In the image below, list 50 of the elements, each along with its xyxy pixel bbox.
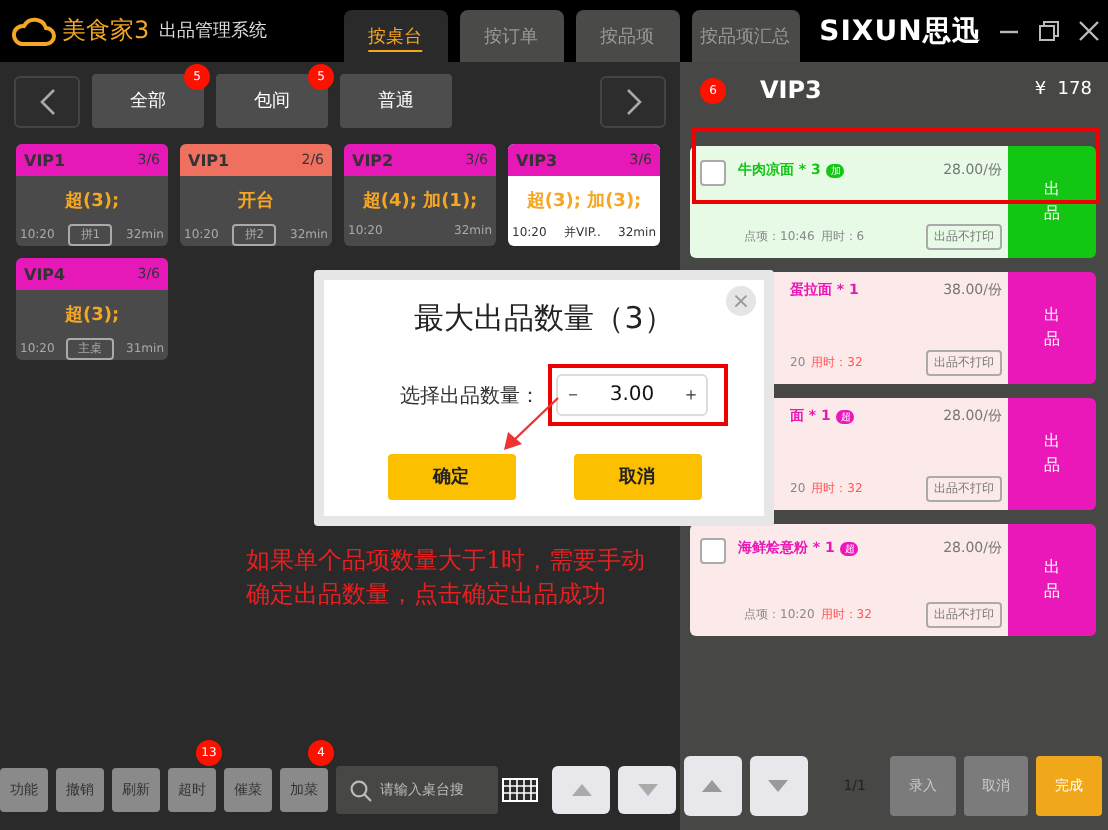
checkbox[interactable]: [700, 538, 726, 564]
quantity-stepper[interactable]: － 3.00 ＋: [556, 374, 708, 416]
app-logo-text: 美食家3: [62, 14, 150, 48]
table-status: 超(4); 加(1);: [360, 188, 480, 214]
increase-button[interactable]: ＋: [681, 382, 700, 408]
triangle-up-icon: [702, 780, 723, 792]
close-icon[interactable]: [1078, 20, 1101, 42]
table-name: VIP2: [352, 151, 394, 169]
restore-icon[interactable]: [1038, 20, 1061, 42]
annotation-text: 如果单个品项数量大于1时，需要手动确定出品数量，点击确定出品成功: [246, 544, 648, 612]
serve-button[interactable]: 出品: [1008, 398, 1096, 510]
quantity-label: 选择出品数量：: [400, 383, 540, 409]
chevron-right-icon: [625, 87, 641, 115]
quantity-value: 3.00: [609, 384, 655, 406]
view-tab[interactable]: 按品项汇总: [691, 10, 800, 62]
table-name: VIP4: [24, 265, 66, 283]
order-total: ¥ 178: [1034, 80, 1092, 100]
view-tab[interactable]: 按桌台: [343, 10, 448, 62]
table-status: 超(3);: [62, 189, 122, 214]
chevron-left-icon: [39, 87, 55, 115]
app-subtitle: 出品管理系统: [159, 19, 268, 44]
next-button[interactable]: [600, 75, 666, 127]
table-name: VIP3: [516, 151, 558, 169]
triangle-up-icon: [571, 784, 591, 796]
view-tab[interactable]: 按订单: [459, 10, 564, 62]
table-status: 开台: [236, 188, 276, 214]
table-name: VIP1: [188, 151, 230, 169]
keyboard-icon[interactable]: [502, 778, 538, 802]
table-status: 超(3); 加(3);: [524, 188, 644, 214]
scroll-down-button[interactable]: [749, 756, 808, 816]
cloud-logo-icon: [12, 15, 56, 47]
checkbox[interactable]: [700, 160, 726, 186]
table-name: VIP1: [24, 151, 66, 169]
search-icon: [350, 780, 372, 802]
category-button[interactable]: 普通: [340, 74, 452, 128]
dialog-title: 最大出品数量（3）: [414, 300, 674, 338]
serve-button[interactable]: 出品: [1008, 146, 1096, 258]
triangle-down-icon: [768, 780, 789, 792]
dialog-button[interactable]: 确定: [387, 454, 515, 500]
decrease-button[interactable]: －: [564, 382, 582, 408]
previous-button[interactable]: [14, 75, 80, 127]
brand-logo-text: SIXUN思迅: [819, 13, 981, 49]
dialog-button[interactable]: 取消: [573, 454, 701, 500]
table-title: VIP3: [760, 76, 822, 104]
close-button[interactable]: ×: [726, 286, 756, 316]
serve-button[interactable]: 出品: [1008, 524, 1096, 636]
triangle-down-icon: [637, 784, 657, 796]
table-status: 超(3);: [62, 303, 122, 328]
serve-button[interactable]: 出品: [1008, 272, 1096, 384]
view-tab[interactable]: 按品项: [575, 10, 680, 62]
